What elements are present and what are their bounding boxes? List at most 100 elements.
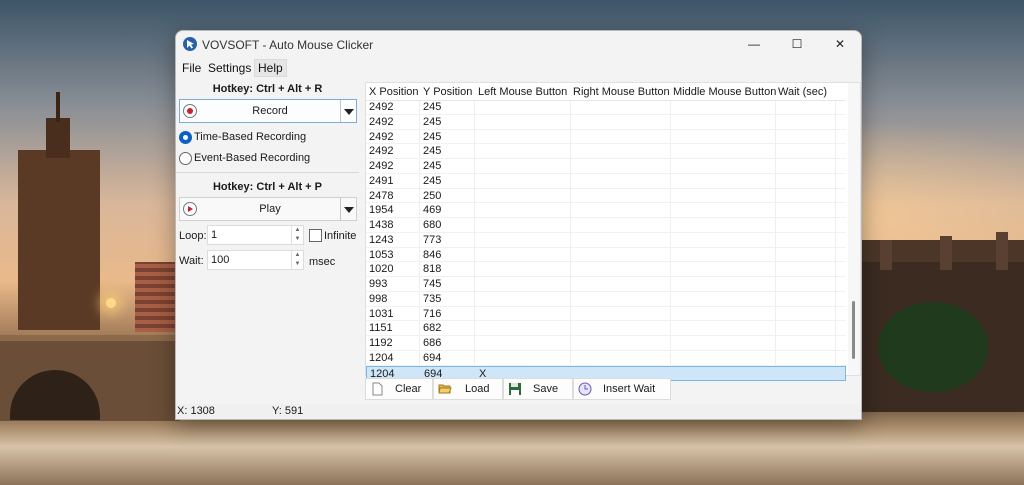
minimize-button[interactable]: — — [733, 31, 775, 57]
background-spire — [56, 92, 60, 122]
table-row[interactable]: 2492 245 — [366, 144, 846, 159]
menu-help[interactable]: Help — [254, 59, 287, 77]
table-row[interactable]: 1020 818 — [366, 262, 846, 277]
table-cell: 2492 — [369, 115, 394, 128]
table-row[interactable]: 998 735 — [366, 292, 846, 307]
divider — [176, 172, 359, 173]
menu-file[interactable]: File — [180, 60, 203, 76]
background-chimney — [880, 240, 892, 270]
background-tree — [878, 302, 988, 392]
table-row[interactable]: 993 745 — [366, 277, 846, 292]
infinite-checkbox[interactable] — [309, 229, 322, 242]
radio-unselected-icon — [179, 152, 192, 165]
background-chimney — [996, 232, 1008, 270]
table-cell: 818 — [423, 263, 442, 276]
infinite-label: Infinite — [324, 230, 357, 242]
blank-page-icon — [372, 382, 383, 396]
loop-spinner[interactable]: 1 ▲ ▼ — [207, 225, 304, 245]
loop-value: 1 — [211, 229, 218, 241]
cursor-y-readout: Y: 591 — [272, 405, 304, 417]
floppy-disk-icon — [509, 383, 521, 395]
play-button-label: Play — [259, 203, 281, 215]
spinner-arrows-icon[interactable]: ▲ ▼ — [291, 251, 303, 269]
events-table[interactable]: X Position Y Position Left Mouse Button … — [365, 82, 861, 382]
table-cell: 735 — [423, 292, 442, 305]
table-cell: 998 — [369, 292, 388, 305]
table-row[interactable]: 2492 245 — [366, 130, 846, 145]
title-bar[interactable]: VOVSOFT - Auto Mouse Clicker — ☐ ✕ — [176, 31, 861, 57]
window-title: VOVSOFT - Auto Mouse Clicker — [202, 38, 374, 52]
event-based-label: Event-Based Recording — [194, 152, 311, 164]
column-header[interactable]: Left Mouse Button — [478, 86, 567, 98]
table-cell: 2492 — [369, 145, 394, 158]
table-cell: 469 — [423, 204, 442, 217]
load-label: Load — [465, 383, 490, 395]
vertical-scrollbar[interactable] — [848, 83, 860, 375]
table-cell: 1243 — [369, 233, 394, 246]
play-split-button: Play — [179, 197, 357, 221]
table-cell: 245 — [423, 145, 442, 158]
menu-settings[interactable]: Settings — [206, 60, 253, 76]
background-tower — [18, 150, 100, 330]
table-cell: 993 — [369, 278, 388, 290]
table-row[interactable]: 1204 694 — [366, 351, 846, 366]
scroll-thumb[interactable] — [852, 301, 855, 359]
status-bar: X: 1308 Y: 591 — [176, 404, 861, 419]
column-header[interactable]: Middle Mouse Button — [673, 86, 776, 98]
table-cell: 1438 — [369, 219, 394, 231]
table-body: 2492 245 2492 245 2492 245 2492 245 2492 245 2491 2… — [366, 100, 846, 382]
play-dropdown-arrow[interactable] — [340, 198, 356, 220]
load-button[interactable]: Load — [433, 378, 503, 400]
table-cell: 1204 — [369, 351, 394, 364]
table-cell: 682 — [423, 322, 442, 335]
table-row[interactable]: 1954 469 — [366, 203, 846, 218]
table-row[interactable]: 2492 245 — [366, 100, 846, 115]
table-row[interactable]: 2491 245 — [366, 174, 846, 189]
table-row[interactable]: 1031 716 — [366, 307, 846, 322]
table-row[interactable]: 1151 682 — [366, 321, 846, 336]
record-button[interactable]: Record — [180, 100, 340, 122]
play-button[interactable]: Play — [180, 198, 340, 220]
table-cell: 2491 — [369, 174, 394, 187]
column-header[interactable]: X Position — [369, 86, 419, 98]
column-header[interactable]: Wait (sec) — [778, 86, 827, 98]
record-dropdown-arrow[interactable] — [340, 100, 356, 122]
table-cell: 245 — [423, 174, 442, 187]
spinner-arrows-icon[interactable]: ▲ ▼ — [291, 226, 303, 244]
column-header[interactable]: Right Mouse Button — [573, 86, 670, 98]
table-cell: 250 — [423, 189, 442, 202]
background-tower-top — [46, 118, 70, 158]
table-cell: 245 — [423, 130, 442, 143]
record-button-label: Record — [252, 105, 288, 117]
background-chimney — [940, 236, 952, 270]
table-cell: 1192 — [369, 337, 393, 349]
wait-unit-label: msec — [309, 256, 336, 268]
clear-button[interactable]: Clear — [365, 378, 433, 400]
table-row[interactable]: 1053 846 — [366, 248, 846, 263]
insert-wait-button[interactable]: Insert Wait — [573, 378, 671, 400]
table-row[interactable]: 2492 245 — [366, 159, 846, 174]
save-button[interactable]: Save — [503, 378, 573, 400]
close-button[interactable]: ✕ — [819, 31, 861, 57]
radio-selected-icon — [179, 131, 192, 144]
wait-label: Wait: — [179, 255, 204, 267]
table-row[interactable]: 1192 686 — [366, 336, 846, 351]
table-cell: 1954 — [369, 204, 394, 217]
table-cell: 1020 — [369, 263, 394, 276]
table-row[interactable]: 2492 245 — [366, 115, 846, 130]
record-hotkey-label: Hotkey: Ctrl + Alt + R — [212, 83, 323, 95]
table-row[interactable]: 1243 773 — [366, 233, 846, 248]
table-row[interactable]: 2478 250 — [366, 189, 846, 204]
maximize-button[interactable]: ☐ — [776, 31, 818, 57]
column-header[interactable]: Y Position — [423, 86, 472, 98]
wait-spinner[interactable]: 100 ▲ ▼ — [207, 250, 304, 270]
app-window: VOVSOFT - Auto Mouse Clicker — ☐ ✕ File … — [175, 30, 862, 420]
table-cell: 2492 — [369, 130, 394, 143]
clear-label: Clear — [395, 383, 422, 395]
table-row[interactable]: 1438 680 — [366, 218, 846, 233]
table-cell: 745 — [423, 278, 442, 290]
cursor-icon — [183, 37, 197, 51]
clock-icon — [578, 382, 592, 396]
table-cell: 716 — [423, 307, 442, 320]
play-hotkey-label: Hotkey: Ctrl + Alt + P — [212, 181, 322, 193]
